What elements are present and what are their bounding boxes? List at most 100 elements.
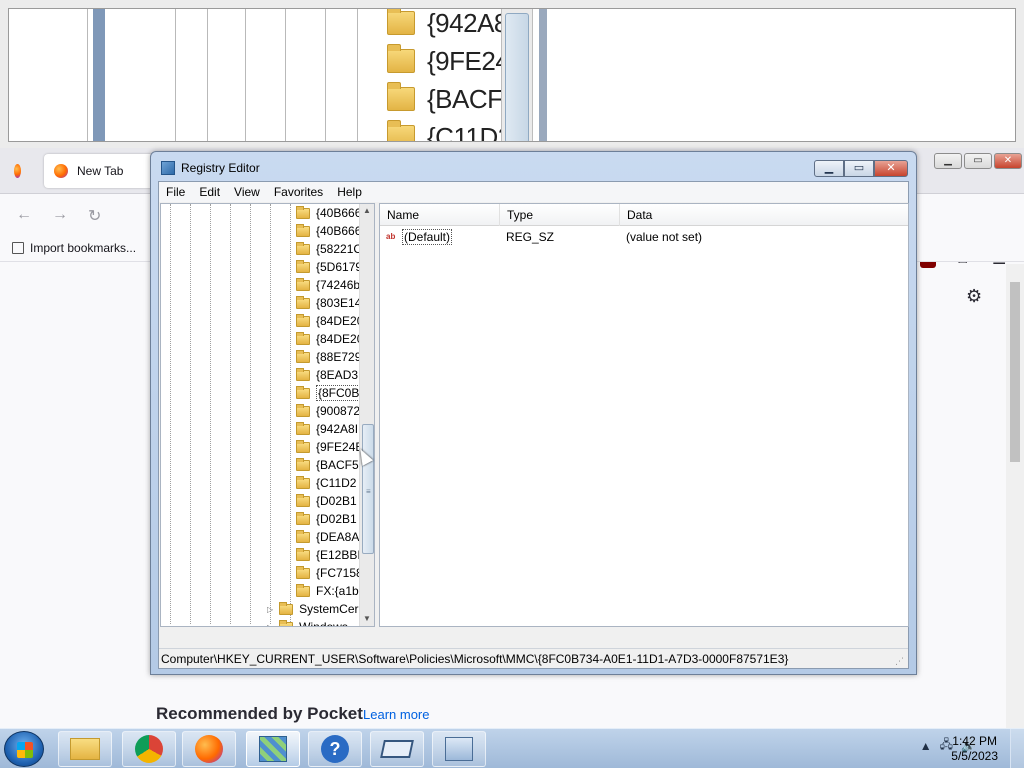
- tree-item[interactable]: {DEA8A: [296, 528, 359, 546]
- scroll-up-icon[interactable]: ▲: [363, 206, 371, 215]
- tree-item[interactable]: FX:{a1b: [296, 582, 359, 600]
- firefox-taskbar-button[interactable]: [182, 731, 236, 767]
- tree-item[interactable]: {D02B1: [296, 510, 357, 528]
- menu-file[interactable]: File: [159, 185, 192, 199]
- tree-item[interactable]: {8FC0B7: [296, 384, 369, 402]
- tree-item[interactable]: {C11D2: [296, 474, 356, 492]
- chrome-taskbar-button[interactable]: [122, 731, 176, 767]
- tree-vertical-scrollbar[interactable]: ▲ ≡ ▼: [359, 204, 374, 626]
- tree-guide: [230, 204, 231, 624]
- column-name[interactable]: Name: [380, 204, 500, 226]
- learn-more-link[interactable]: Learn more: [363, 707, 429, 722]
- regedit-taskbar-button[interactable]: [246, 731, 300, 767]
- value-row[interactable]: ab (Default) REG_SZ (value not set): [380, 228, 908, 248]
- scroll-thumb[interactable]: [1010, 282, 1020, 462]
- menu-edit[interactable]: Edit: [192, 185, 227, 199]
- tree-item[interactable]: {74246b: [296, 276, 360, 294]
- tree-item[interactable]: {5D6179: [296, 258, 362, 276]
- column-type[interactable]: Type: [500, 204, 620, 226]
- key-tree[interactable]: {40B666 {40B666 {58221C {5D6179 {74246b {803E…: [160, 203, 375, 627]
- help-icon: ?: [321, 735, 349, 763]
- tree-item[interactable]: {84DE20: [296, 330, 363, 348]
- window-taskbar-button[interactable]: [370, 731, 424, 767]
- back-icon[interactable]: ←: [16, 206, 32, 224]
- menu-view[interactable]: View: [227, 185, 267, 199]
- zoom-tree-guide: [245, 9, 246, 141]
- folder-icon: [296, 583, 310, 597]
- folder-icon: [296, 349, 310, 363]
- tree-item-label: {803E14: [316, 296, 362, 310]
- tree-item[interactable]: {900872: [296, 402, 360, 420]
- tree-item[interactable]: {803E14: [296, 294, 361, 312]
- tree-item[interactable]: {84DE20: [296, 312, 363, 330]
- start-button[interactable]: [4, 731, 44, 767]
- tree-item-label: {BACF5: [316, 458, 359, 472]
- status-bar: Computer\HKEY_CURRENT_USER\Software\Poli…: [159, 648, 908, 668]
- zoom-tree-guide: [175, 9, 176, 141]
- tree-parent-item[interactable]: ▷ SystemCer: [267, 600, 359, 618]
- firefox-icon: [14, 164, 21, 178]
- folder-icon: [296, 547, 310, 561]
- gear-icon[interactable]: ⚙: [966, 286, 982, 307]
- scroll-down-icon[interactable]: ▼: [363, 614, 371, 623]
- import-bookmarks-link[interactable]: Import bookmarks...: [12, 241, 136, 255]
- close-button[interactable]: ✕: [994, 153, 1022, 169]
- menu-help[interactable]: Help: [330, 185, 369, 199]
- folder-icon: [296, 493, 310, 507]
- reload-icon[interactable]: ↻: [88, 206, 101, 226]
- tree-item[interactable]: {942A8I: [296, 420, 358, 438]
- show-desktop-button[interactable]: [1010, 729, 1024, 768]
- explorer-taskbar-button[interactable]: [58, 731, 112, 767]
- minimize-button[interactable]: ▁: [814, 160, 844, 177]
- maximize-button[interactable]: ▭: [964, 153, 992, 169]
- grip-icon: ≡: [366, 487, 371, 496]
- folder-icon: [296, 223, 310, 237]
- folder-icon: [387, 9, 415, 35]
- tree-parent-item[interactable]: ▷ Windows: [267, 618, 348, 627]
- tree-item-label: {FC7158: [316, 566, 363, 580]
- tree-item[interactable]: {40B666: [296, 222, 361, 240]
- help-taskbar-button[interactable]: ?: [308, 731, 362, 767]
- column-data[interactable]: Data: [620, 204, 908, 226]
- tree-item[interactable]: {BACF5: [296, 456, 359, 474]
- magnifier-icon: [445, 737, 473, 761]
- minimize-button[interactable]: ▁: [934, 153, 962, 169]
- tree-item[interactable]: {FC7158: [296, 564, 363, 582]
- page-scrollbar[interactable]: [1006, 264, 1024, 728]
- resize-grip-icon[interactable]: ⋰: [895, 651, 904, 671]
- tree-item[interactable]: {88E729: [296, 348, 361, 366]
- values-pane[interactable]: Name Type Data ab (Default) REG_SZ (value…: [379, 203, 909, 627]
- tab-new-tab[interactable]: New Tab: [44, 154, 154, 188]
- expand-icon[interactable]: ▷: [267, 605, 273, 614]
- search-taskbar-button[interactable]: [432, 731, 486, 767]
- tree-item-label: {88E729: [316, 350, 362, 364]
- folder-icon: [296, 313, 310, 327]
- tree-item[interactable]: {58221C: [296, 240, 362, 258]
- zoom-tree-guide: [207, 9, 208, 141]
- expand-icon[interactable]: ▷: [267, 623, 273, 627]
- maximize-button[interactable]: ▭: [844, 160, 874, 177]
- clock-date: 5/5/2023: [951, 749, 998, 763]
- tree-scroll-thumb[interactable]: ≡: [362, 424, 374, 554]
- tree-item[interactable]: {D02B1: [296, 492, 357, 510]
- tab-label: New Tab: [77, 164, 124, 178]
- title-bar: Registry Editor: [161, 161, 260, 175]
- tree-item[interactable]: {9FE24E: [296, 438, 363, 456]
- regedit-icon: [161, 161, 175, 175]
- clock[interactable]: 1:42 PM 5/5/2023: [951, 734, 998, 764]
- tree-item-label: {900872: [316, 404, 361, 418]
- forward-icon[interactable]: →: [52, 206, 68, 224]
- tree-item-label: {DEA8A: [316, 530, 360, 544]
- tree-item-label: {40B666: [316, 206, 362, 220]
- show-hidden-icons-icon[interactable]: ▲: [920, 739, 932, 753]
- tree-item[interactable]: {40B666: [296, 204, 361, 222]
- tree-item[interactable]: {E12BBI: [296, 546, 361, 564]
- menu-favorites[interactable]: Favorites: [267, 185, 330, 199]
- tree-item-label: SystemCer: [299, 602, 359, 616]
- firefox-menu-tab[interactable]: [4, 154, 40, 188]
- folder-icon: [387, 120, 415, 141]
- zoom-tree-guide: [325, 9, 326, 141]
- folder-icon: [296, 529, 310, 543]
- close-button[interactable]: ✕: [874, 160, 908, 177]
- tree-item[interactable]: {8EAD3: [296, 366, 358, 384]
